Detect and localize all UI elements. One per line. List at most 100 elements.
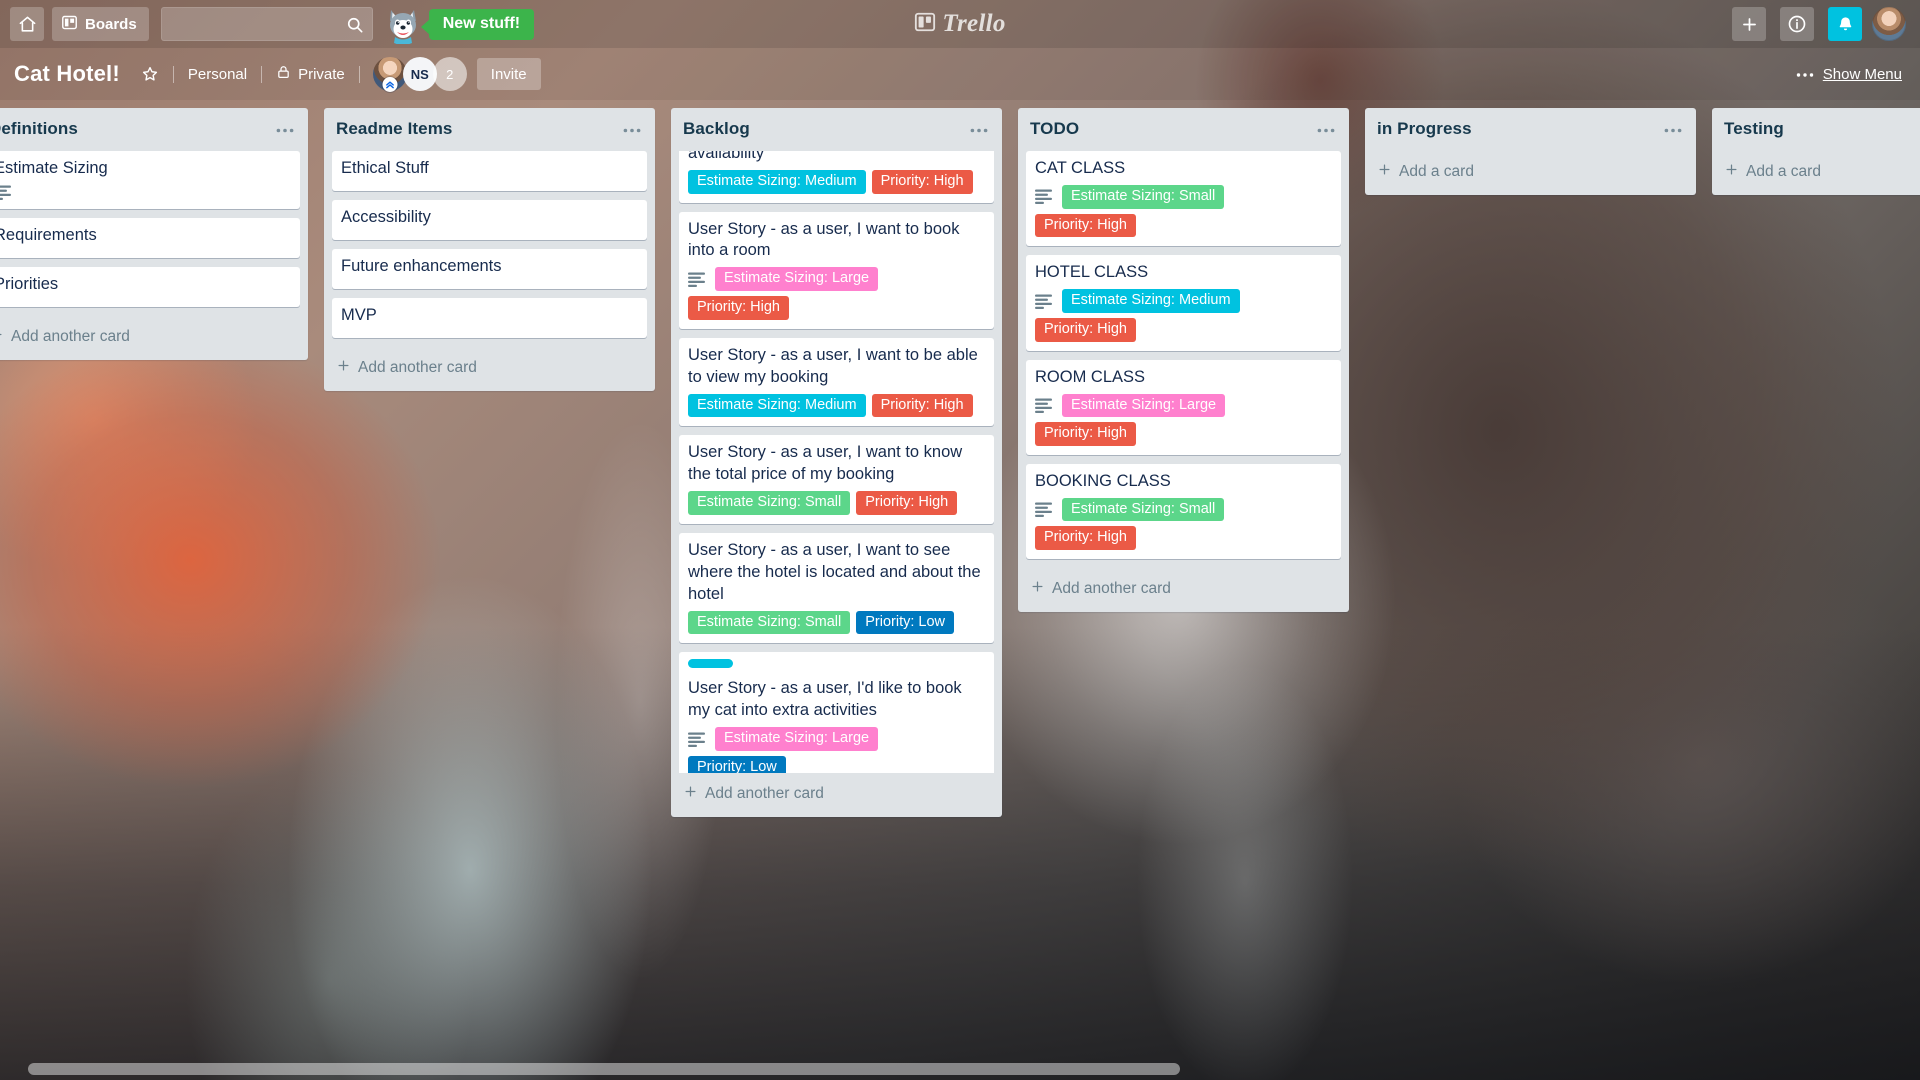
list-menu-icon[interactable] [270,120,300,139]
card[interactable]: User Story - as a user, I want to be abl… [679,337,994,427]
card[interactable]: HOTEL CLASS Estimate Sizing: Medium Priori… [1026,255,1341,351]
card-label[interactable]: Estimate Sizing: Small [1062,497,1225,522]
member-avatar-ns[interactable]: NS [402,57,437,91]
card[interactable]: MVP [332,297,647,338]
info-icon[interactable] [1780,7,1814,41]
card-label[interactable]: Estimate Sizing: Small [688,491,851,515]
card-list[interactable]: Ethical Stuff Accessibility Future enhance… [324,151,655,347]
add-card-label: Add a card [1746,163,1821,180]
add-card-button[interactable]: Add another card [324,347,655,391]
add-card-button[interactable]: Add another card [671,773,1002,817]
plus-icon [1030,579,1045,599]
card-label[interactable]: Estimate Sizing: Small [1062,184,1225,209]
list-title[interactable]: Readme Items [336,119,452,139]
card[interactable]: User Story - as a user, I want to see wh… [679,532,994,644]
member-avatar-photo[interactable] [372,57,407,92]
add-card-button[interactable]: Add another card [1018,568,1349,612]
show-menu-button[interactable]: Show Menu [1796,65,1910,83]
card-badges: Estimate Sizing: Large [1035,393,1332,418]
list-title[interactable]: Definitions [0,119,78,139]
plus-icon[interactable] [1732,7,1766,41]
card-label[interactable]: Priority: High [1035,422,1136,446]
card-label[interactable]: Estimate Sizing: Large [715,267,879,292]
boards-button[interactable]: Boards [52,7,149,41]
invite-button[interactable]: Invite [476,58,541,90]
card[interactable]: Priorities [0,266,300,307]
list-header: TODO [1018,108,1349,151]
list: TODO CAT CLASS Estimate Sizing: Small Prio… [1018,108,1349,613]
card[interactable]: Accessibility [332,199,647,240]
home-icon[interactable] [10,7,44,41]
team-button[interactable]: Personal [177,58,258,90]
card-label[interactable]: Estimate Sizing: Medium [1062,289,1240,313]
card-label[interactable]: Priority: High [1035,526,1136,551]
list-menu-icon[interactable] [617,120,647,139]
overflow-dots-icon [1796,65,1814,83]
card-label[interactable]: Priority: High [688,296,789,320]
card-title: User Story - as a user, I want to be abl… [688,345,978,386]
card-list[interactable]: all the room features, price and availab… [671,151,1002,773]
list-header: in Progress [1365,108,1696,151]
list-column: Definitions Estimate Sizing Requirements P… [0,108,316,360]
card[interactable]: all the room features, price and availab… [679,151,994,203]
card-title: CAT CLASS [1035,159,1126,177]
card[interactable]: BOOKING CLASS Estimate Sizing: Small Prior… [1026,463,1341,560]
card-list[interactable]: Estimate Sizing Requirements Priorities [0,151,308,316]
show-menu-label: Show Menu [1822,65,1902,83]
list-menu-icon[interactable] [1311,120,1341,139]
card-label[interactable]: Priority: High [1035,213,1136,238]
card[interactable]: Ethical Stuff [332,151,647,191]
scrollbar-thumb[interactable] [28,1063,1180,1075]
card-title: User Story - as a user, I want to see wh… [688,540,981,603]
card-label[interactable]: Priority: High [871,393,973,418]
card-list[interactable]: CAT CLASS Estimate Sizing: Small Priority:… [1018,151,1349,568]
add-card-button[interactable]: Add a card [1712,151,1920,195]
visibility-label: Private [298,65,345,83]
card-title: HOTEL CLASS [1035,263,1149,282]
card[interactable]: Future enhancements [332,248,647,289]
card-label[interactable]: Estimate Sizing: Small [688,610,851,635]
card[interactable]: User Story - as a user, I want to know t… [679,435,994,524]
card[interactable]: CAT CLASS Estimate Sizing: Small Priority:… [1026,151,1341,247]
card[interactable]: Estimate Sizing [0,151,300,209]
card-label[interactable]: Priority: Low [856,610,955,635]
card-label[interactable]: Estimate Sizing: Large [1062,393,1226,418]
add-card-button[interactable]: Add a card [1365,151,1696,195]
member-overflow-count[interactable]: 2 [432,57,467,91]
star-icon[interactable] [130,58,170,90]
list-title[interactable]: Testing [1724,119,1784,139]
search-input[interactable] [161,8,372,40]
card-label[interactable]: Priority: High [1035,317,1136,342]
new-stuff-badge[interactable]: New stuff! [420,8,535,40]
card[interactable]: ROOM CLASS Estimate Sizing: Large Priority… [1026,359,1341,455]
list-menu-icon[interactable] [964,120,994,139]
card-label[interactable]: Estimate Sizing: Large [715,727,879,751]
add-card-label: Add another card [705,785,824,802]
plus-icon [336,358,351,378]
list-title[interactable]: Backlog [683,119,750,139]
card-label[interactable]: Estimate Sizing: Medium [688,393,866,418]
card-label[interactable]: Priority: High [871,169,973,194]
board-canvas: Definitions Estimate Sizing Requirements P… [0,100,1920,1060]
card-label[interactable]: Estimate Sizing: Medium [688,169,866,194]
list-title[interactable]: TODO [1030,119,1079,139]
list-column: Readme Items Ethical Stuff Accessibility F… [316,108,663,391]
list-column: in Progress Add a card [1357,108,1704,195]
card[interactable]: User Story - as a user, I'd like to book… [679,652,994,773]
card-label[interactable]: Priority: Low [688,755,786,773]
card-title: Future enhancements [341,256,502,275]
list-column: Testing Add a card [1704,108,1920,195]
board-members: NS 2 [372,57,467,92]
add-card-button[interactable]: Add another card [0,316,308,360]
search-box[interactable] [160,7,373,41]
add-card-label: Add another card [1052,580,1171,598]
list-title[interactable]: in Progress [1377,119,1472,139]
visibility-button[interactable]: Private [265,58,356,90]
bell-icon[interactable] [1828,7,1862,41]
list-menu-icon[interactable] [1658,120,1688,139]
card[interactable]: User Story - as a user, I want to book i… [679,211,994,329]
card-label[interactable]: Priority: High [856,491,958,515]
board-horizontal-scrollbar[interactable] [0,1058,1920,1080]
user-avatar[interactable] [1872,7,1906,41]
card[interactable]: Requirements [0,217,300,258]
